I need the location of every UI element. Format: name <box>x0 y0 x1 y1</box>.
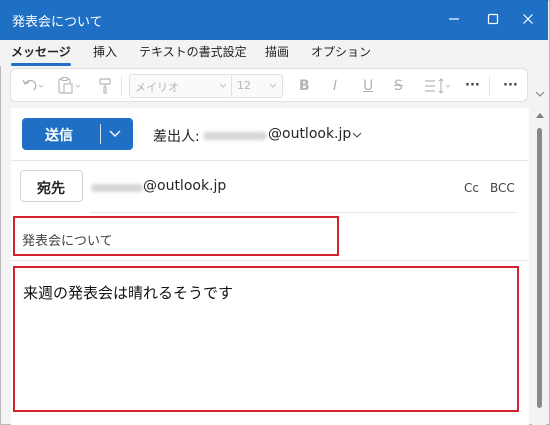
send-button-label: 送信 <box>45 128 73 144</box>
title-bar: 発表会について <box>0 0 548 40</box>
font-size-value: 12 <box>237 79 251 92</box>
to-button[interactable]: 宛先 <box>20 170 83 202</box>
ribbon-expand-icon[interactable] <box>534 88 546 100</box>
bcc-button[interactable]: BCC <box>490 181 515 195</box>
more-options-button[interactable]: ··· <box>503 75 518 97</box>
tab-options[interactable]: オプション <box>311 43 371 60</box>
tab-format-text[interactable]: テキストの書式設定 <box>139 43 247 60</box>
more-format-button[interactable]: ··· <box>465 75 480 97</box>
font-name-select[interactable]: メイリオ <box>129 74 233 98</box>
font-name-value: メイリオ <box>135 81 179 94</box>
minimize-icon <box>449 18 459 20</box>
italic-button[interactable]: I <box>333 75 337 97</box>
undo-icon <box>22 79 44 91</box>
maximize-icon <box>487 13 499 25</box>
divider <box>11 260 529 261</box>
chevron-down-icon <box>219 83 227 88</box>
scroll-up-icon[interactable] <box>536 112 544 120</box>
to-button-label: 宛先 <box>37 181 65 197</box>
to-recipient[interactable]: @outlook.jp <box>143 178 226 194</box>
paragraph-spacing-icon <box>425 78 451 94</box>
subject-field[interactable]: 発表会について <box>22 230 113 249</box>
from-email[interactable]: @outlook.jp <box>268 126 351 142</box>
ribbon-tabs: メッセージ 挿入 テキストの書式設定 描画 オプション <box>0 40 548 66</box>
paste-icon <box>58 77 81 94</box>
send-button-divider <box>100 124 101 144</box>
window-title: 発表会について <box>12 15 103 30</box>
send-button[interactable]: 送信 <box>22 118 133 150</box>
bold-button[interactable]: B <box>299 75 310 97</box>
message-body[interactable]: 来週の発表会は晴れるそうです <box>23 282 233 303</box>
strikethrough-button[interactable]: S <box>394 75 403 97</box>
maximize-button[interactable] <box>481 8 505 32</box>
chevron-down-icon <box>269 83 277 88</box>
scrollbar-thumb[interactable] <box>537 128 542 408</box>
format-painter-icon <box>99 78 111 94</box>
close-icon <box>523 14 533 24</box>
from-label: 差出人: <box>153 129 200 145</box>
format-painter-button[interactable] <box>97 75 113 97</box>
paragraph-spacing-button[interactable] <box>423 75 453 97</box>
font-size-select[interactable]: 12 <box>231 74 283 98</box>
toolbar-divider <box>489 76 490 96</box>
send-options-chevron-icon <box>109 130 121 137</box>
tab-draw[interactable]: 描画 <box>265 43 289 60</box>
tab-insert[interactable]: 挿入 <box>93 43 117 60</box>
to-account-redacted <box>91 184 143 192</box>
minimize-button[interactable] <box>442 8 466 32</box>
from-account-redacted <box>203 132 267 140</box>
divider <box>90 212 516 213</box>
from-dropdown-chevron-icon[interactable] <box>352 131 362 139</box>
toolbar-divider <box>121 76 122 96</box>
ribbon-toolbar: メイリオ 12 B I U S ··· ··· <box>10 68 528 102</box>
cc-button[interactable]: Cc <box>464 181 479 195</box>
undo-button[interactable] <box>19 75 45 97</box>
close-button[interactable] <box>516 8 540 32</box>
paste-button[interactable] <box>55 75 83 97</box>
tab-message[interactable]: メッセージ <box>11 43 71 66</box>
underline-button[interactable]: U <box>363 75 373 97</box>
divider <box>11 160 529 161</box>
